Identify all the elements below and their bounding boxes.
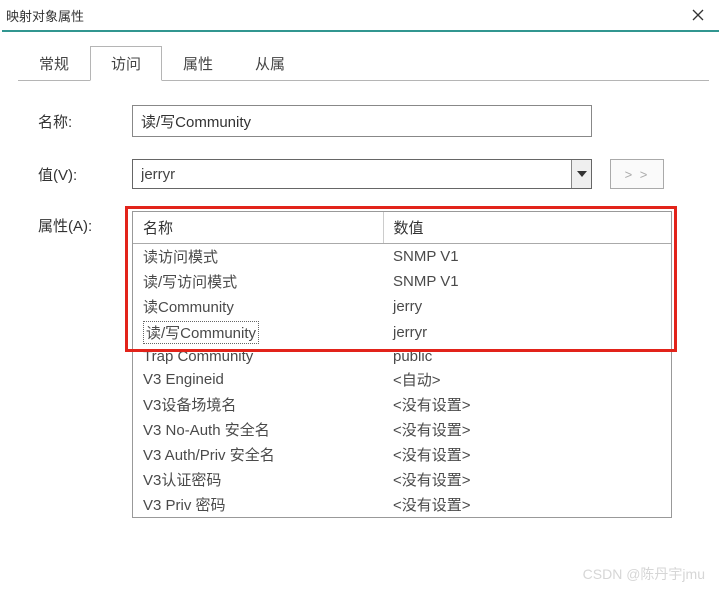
cell-name[interactable]: V3 No-Auth 安全名 <box>133 417 383 442</box>
tab-general[interactable]: 常规 <box>18 46 90 81</box>
tab-bar: 常规 访问 属性 从属 <box>18 46 719 81</box>
cell-value[interactable]: <没有设置> <box>383 417 671 442</box>
header-name[interactable]: 名称 <box>133 212 383 244</box>
apply-button[interactable]: > > <box>610 159 664 189</box>
cell-name[interactable]: 读/写访问模式 <box>133 269 383 294</box>
cell-value[interactable]: <没有设置> <box>383 392 671 417</box>
cell-name[interactable]: V3 Priv 密码 <box>133 492 383 517</box>
cell-name[interactable]: V3认证密码 <box>133 467 383 492</box>
value-row: 值(V): > > <box>38 159 699 189</box>
chevron-down-icon <box>577 171 587 177</box>
table-row[interactable]: 读/写Community jerryr <box>133 319 671 346</box>
cell-name[interactable]: 读访问模式 <box>133 244 383 270</box>
value-label: 值(V): <box>38 164 132 185</box>
cell-value[interactable]: SNMP V1 <box>383 244 671 270</box>
cell-name[interactable]: V3设备场境名 <box>133 392 383 417</box>
value-dropdown-button[interactable] <box>571 160 591 188</box>
cell-value[interactable]: jerry <box>383 294 671 319</box>
attributes-row: 属性(A): 名称 数值 读访问模式SNMP V1读/写访问模式SNMP V1读… <box>38 211 699 518</box>
value-input[interactable] <box>133 162 571 187</box>
cell-name[interactable]: 读Community <box>133 294 383 319</box>
table-row[interactable]: 读访问模式SNMP V1 <box>133 244 671 270</box>
tab-dependency[interactable]: 从属 <box>234 46 306 81</box>
table-row[interactable]: 读/写访问模式SNMP V1 <box>133 269 671 294</box>
name-label: 名称: <box>38 111 132 132</box>
watermark: CSDN @陈丹宇jmu <box>583 564 705 584</box>
cell-name[interactable]: V3 Auth/Priv 安全名 <box>133 442 383 467</box>
table-row[interactable]: V3 No-Auth 安全名<没有设置> <box>133 417 671 442</box>
table-row[interactable]: V3 Auth/Priv 安全名<没有设置> <box>133 442 671 467</box>
cell-value[interactable]: jerryr <box>383 319 671 346</box>
attributes-table[interactable]: 名称 数值 读访问模式SNMP V1读/写访问模式SNMP V1读Communi… <box>133 212 671 517</box>
attributes-table-wrap: 名称 数值 读访问模式SNMP V1读/写访问模式SNMP V1读Communi… <box>132 211 672 518</box>
header-value[interactable]: 数值 <box>383 212 671 244</box>
selected-cell: 读/写Community <box>143 321 259 344</box>
content-area: 常规 访问 属性 从属 名称: 值(V): > > 属性(A): <box>2 30 719 586</box>
value-combobox[interactable] <box>132 159 592 189</box>
table-row[interactable]: Trap Communitypublic <box>133 346 671 367</box>
table-header-row: 名称 数值 <box>133 212 671 244</box>
name-row: 名称: <box>38 105 699 137</box>
close-button[interactable] <box>683 3 713 27</box>
tab-attributes[interactable]: 属性 <box>162 46 234 81</box>
cell-value[interactable]: public <box>383 346 671 367</box>
name-field <box>132 105 592 137</box>
cell-value[interactable]: <自动> <box>383 367 671 392</box>
table-row[interactable]: V3认证密码<没有设置> <box>133 467 671 492</box>
table-row[interactable]: 读Communityjerry <box>133 294 671 319</box>
cell-name[interactable]: Trap Community <box>133 346 383 367</box>
cell-value[interactable]: SNMP V1 <box>383 269 671 294</box>
close-icon <box>692 9 704 21</box>
titlebar: 映射对象属性 <box>0 0 721 30</box>
form-area: 名称: 值(V): > > 属性(A): 名称 数值 <box>2 81 719 518</box>
cell-value[interactable]: <没有设置> <box>383 442 671 467</box>
table-row[interactable]: V3 Engineid<自动> <box>133 367 671 392</box>
attributes-label: 属性(A): <box>38 211 132 236</box>
tab-access[interactable]: 访问 <box>90 46 162 81</box>
cell-name[interactable]: 读/写Community <box>133 319 383 346</box>
cell-name[interactable]: V3 Engineid <box>133 367 383 392</box>
table-row[interactable]: V3设备场境名<没有设置> <box>133 392 671 417</box>
table-row[interactable]: V3 Priv 密码<没有设置> <box>133 492 671 517</box>
cell-value[interactable]: <没有设置> <box>383 492 671 517</box>
window-title: 映射对象属性 <box>6 6 84 25</box>
cell-value[interactable]: <没有设置> <box>383 467 671 492</box>
